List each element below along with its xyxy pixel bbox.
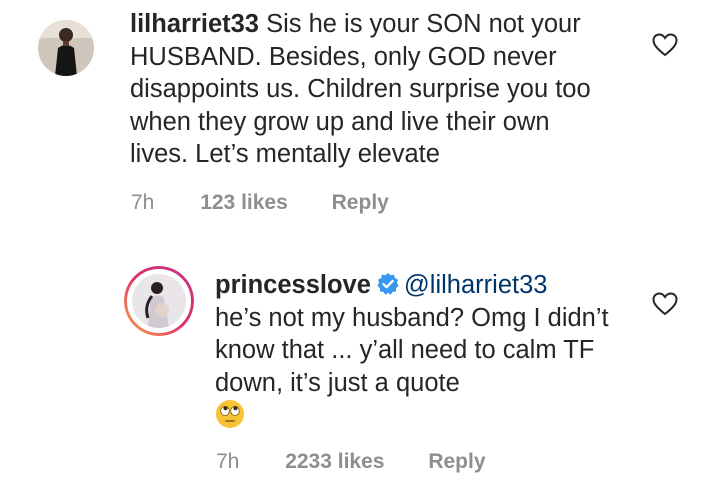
comment-text: he’s not my husband? Omg I didn’t know t… (215, 303, 609, 397)
comment-princesslove: princesslove @lilharriet33 he’s not my h… (0, 250, 720, 494)
verified-badge-icon (377, 273, 399, 295)
comment-username[interactable]: lilharriet33 (130, 10, 259, 38)
comment-body: lilharriet33 Sis he is your SON not your… (130, 8, 600, 171)
comment-likes[interactable]: 123 likes (200, 191, 288, 215)
comment-lilharriet33: lilharriet33 Sis he is your SON not your… (0, 0, 720, 230)
heart-outline-icon (652, 33, 678, 57)
comment-time: 7h (216, 450, 240, 473)
like-heart-button[interactable] (652, 33, 678, 57)
profile-photo-story-ring-icon (124, 266, 194, 336)
comment-likes[interactable]: 2233 likes (285, 450, 384, 474)
avatar[interactable] (38, 20, 94, 76)
comment-body: princesslove @lilharriet33 he’s not my h… (215, 269, 615, 434)
avatar[interactable] (124, 266, 194, 336)
heart-outline-icon (652, 292, 678, 316)
profile-photo-icon (38, 20, 94, 76)
comment-meta: 7h 2233 likes Reply (216, 450, 486, 474)
comment-meta: 7h 123 likes Reply (131, 191, 389, 215)
comment-username[interactable]: princesslove (215, 271, 371, 299)
reply-button[interactable]: Reply (332, 191, 389, 215)
face-with-rolling-eyes-icon (216, 400, 244, 428)
comment-time: 7h (131, 191, 155, 214)
reply-button[interactable]: Reply (428, 450, 485, 474)
like-heart-button[interactable] (652, 292, 678, 316)
mention-link[interactable]: @lilharriet33 (404, 271, 548, 299)
